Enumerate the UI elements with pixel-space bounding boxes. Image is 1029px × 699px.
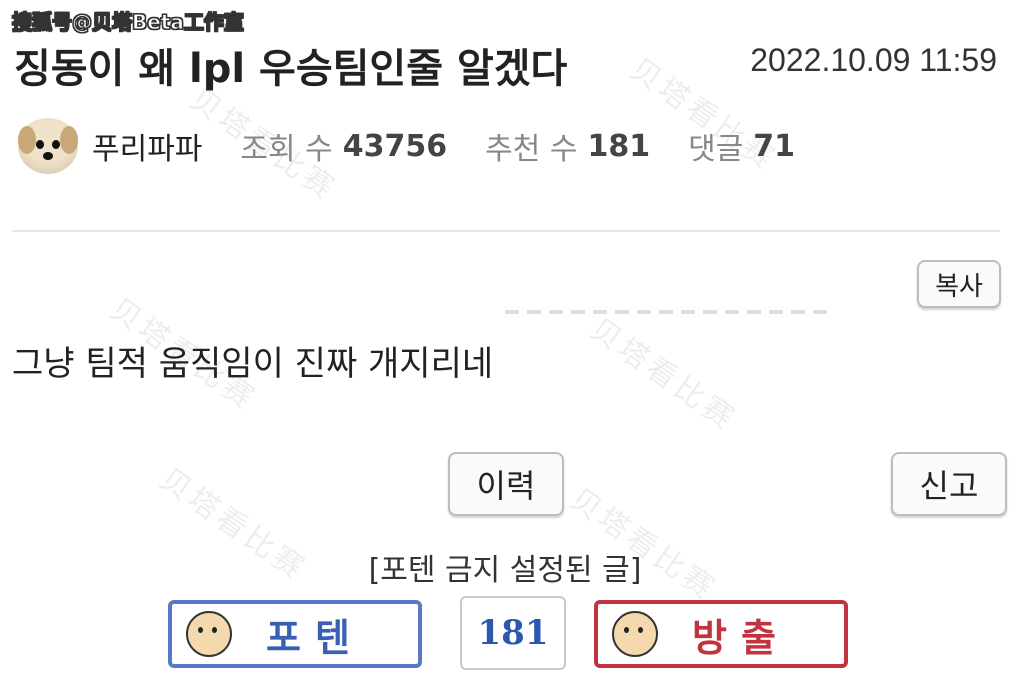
post-title: 징동이 왜 lpl 우승팀인줄 알겠다 bbox=[14, 46, 568, 92]
sohu-watermark: 搜狐号@贝塔Beta工作室 bbox=[12, 10, 245, 35]
header-divider bbox=[12, 230, 1000, 232]
report-button[interactable]: 신고 bbox=[891, 452, 1007, 516]
banned-notice: [포텐 금지 설정된 글] bbox=[368, 553, 642, 588]
avatar[interactable] bbox=[18, 118, 78, 174]
author-name[interactable]: 푸리파파 bbox=[92, 124, 202, 168]
recommend-label: 추천 수 bbox=[485, 132, 578, 167]
avatar-nose bbox=[43, 152, 53, 160]
avatar-ear bbox=[18, 126, 36, 154]
post-meta: 푸리파파 조회 수 43756 추천 수 181 댓글 71 bbox=[18, 116, 833, 176]
avatar-ear bbox=[60, 126, 78, 154]
avatar-eye bbox=[52, 140, 60, 149]
views-count: 43756 bbox=[342, 128, 448, 164]
comments-label: 댓글 bbox=[688, 132, 744, 167]
upvote-button[interactable]: 포텐 bbox=[168, 600, 422, 668]
thumbs-up-emoji-icon bbox=[186, 611, 232, 657]
vote-count: 181 bbox=[460, 596, 566, 670]
thumbs-down-emoji-icon bbox=[612, 611, 658, 657]
views-label: 조회 수 bbox=[240, 132, 333, 167]
post-body: 그냥 팀적 움직임이 진짜 개지리네 bbox=[12, 344, 494, 384]
faint-divider bbox=[505, 310, 835, 314]
recommend-count: 181 bbox=[587, 128, 651, 164]
background-watermark: 贝塔看比赛 bbox=[583, 311, 743, 438]
copy-button[interactable]: 복사 bbox=[917, 260, 1001, 308]
post-datetime: 2022.10.09 11:59 bbox=[750, 42, 997, 78]
comments-count: 71 bbox=[753, 128, 796, 164]
downvote-label: 방출 bbox=[692, 615, 790, 660]
downvote-button[interactable]: 방출 bbox=[594, 600, 848, 668]
history-button[interactable]: 이력 bbox=[448, 452, 564, 516]
upvote-label: 포텐 bbox=[266, 615, 364, 660]
avatar-eye bbox=[36, 140, 44, 149]
